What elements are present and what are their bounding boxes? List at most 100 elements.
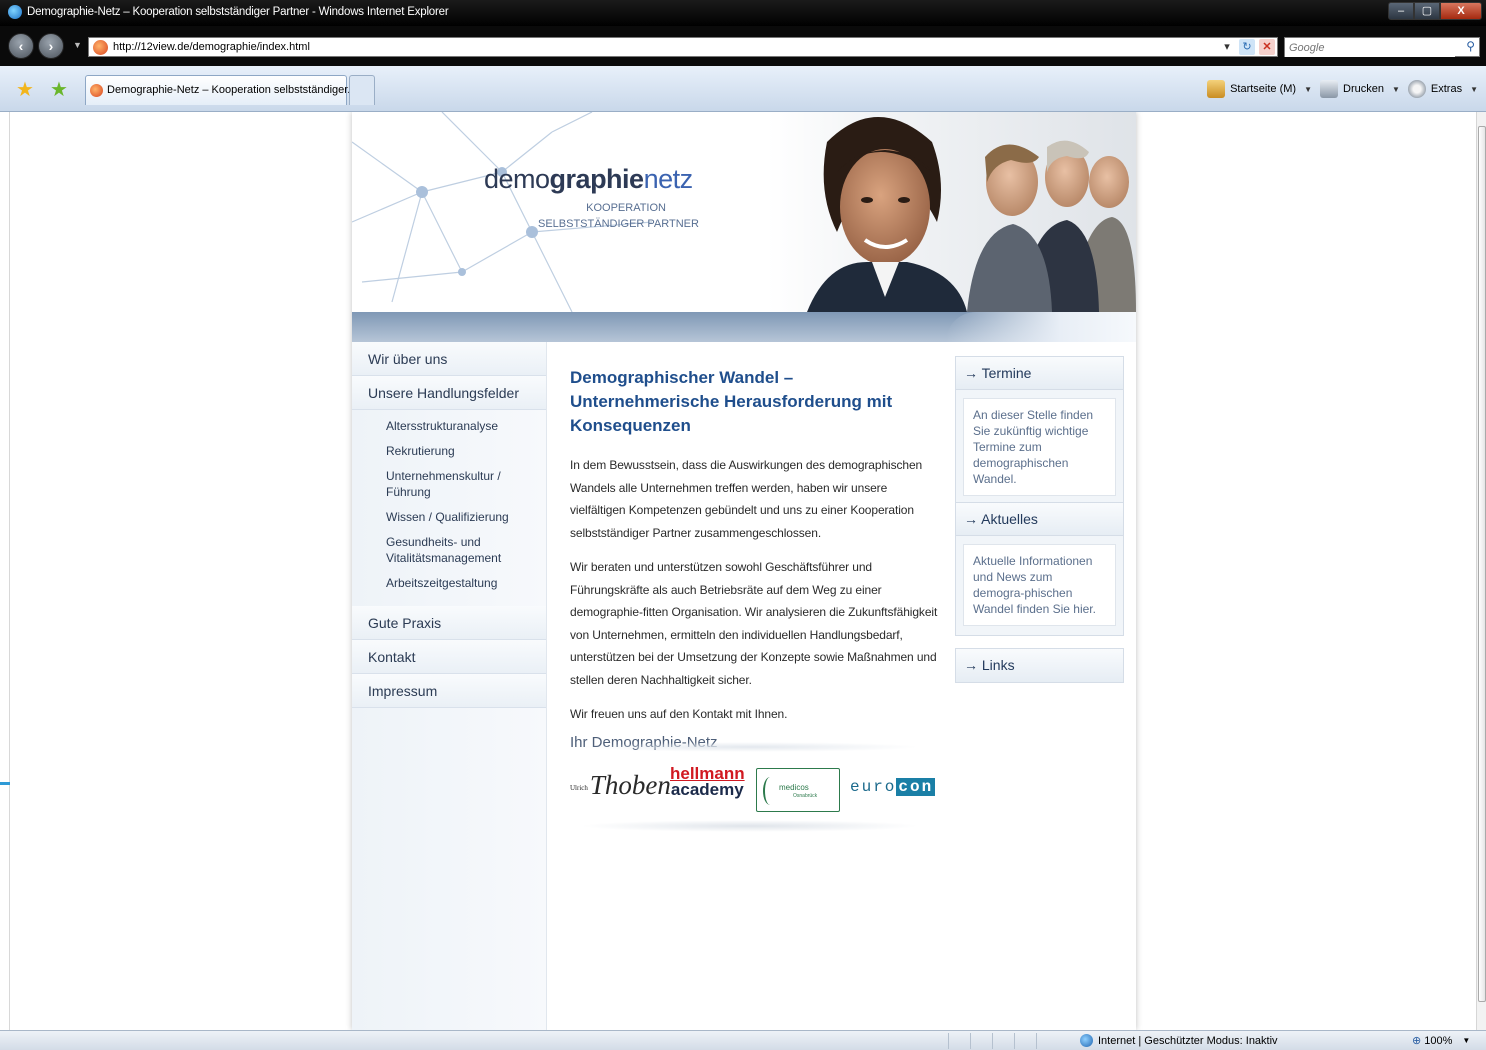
- logo-con-text: con: [896, 778, 936, 796]
- contact-paragraph: Wir freuen uns auf den Kontakt mit Ihnen…: [570, 707, 788, 721]
- nav-gesundheitsmanagement[interactable]: Gesundheits- und Vitalitätsmanagement: [386, 534, 516, 566]
- logo-part-graphie: graphie: [549, 164, 645, 194]
- status-bar: Internet | Geschützter Modus: Inaktiv ⊕ …: [0, 1030, 1486, 1050]
- logos-shade-top: [580, 742, 920, 752]
- tab-favicon-icon: [90, 84, 103, 97]
- maximize-button[interactable]: ▢: [1414, 2, 1440, 20]
- minimize-button[interactable]: –: [1388, 2, 1414, 20]
- nav-altersstrukturanalyse[interactable]: Altersstrukturanalyse: [386, 418, 546, 434]
- nav-arbeitszeitgestaltung[interactable]: Arbeitszeitgestaltung: [386, 575, 546, 591]
- header-band-wave: [946, 312, 1136, 342]
- home-dropdown-icon[interactable]: ▼: [1304, 85, 1312, 94]
- header-band: [352, 312, 1136, 342]
- ie-logo-icon: [8, 5, 22, 19]
- tab-demographie[interactable]: Demographie-Netz – Kooperation selbststä…: [85, 75, 356, 105]
- home-button[interactable]: Startseite (M) ▼: [1207, 80, 1312, 98]
- services-paragraph: Wir beraten und unterstützen sowohl Gesc…: [570, 560, 938, 687]
- forward-button[interactable]: ›: [38, 33, 64, 59]
- window-titlebar: Demographie-Netz – Kooperation selbststä…: [0, 0, 1486, 26]
- partner-logos: UlrichThoben hellmann academy medicos Os…: [570, 742, 940, 832]
- aktuelles-text: Aktuelle Informationen und News zum demo…: [963, 544, 1116, 626]
- print-label: Drucken: [1343, 83, 1384, 95]
- history-dropdown-icon[interactable]: ▼: [73, 40, 82, 50]
- left-edge-marker: [0, 782, 10, 785]
- logos-shade-bottom: [580, 820, 920, 832]
- nav-kontakt[interactable]: Kontakt: [352, 640, 546, 674]
- aktuelles-header[interactable]: → Aktuelles: [956, 503, 1123, 536]
- logo-part-demo: demo: [484, 164, 550, 194]
- nav-wir-ueber-uns[interactable]: Wir über uns: [352, 342, 546, 376]
- zone-text: Internet | Geschützter Modus: Inaktiv: [1098, 1034, 1278, 1047]
- logo-euro-text: euro: [850, 778, 897, 796]
- nav-rekrutierung[interactable]: Rekrutierung: [386, 443, 546, 459]
- refresh-icon[interactable]: ↻: [1239, 39, 1255, 55]
- logo-thoben-small: Ulrich: [570, 783, 588, 792]
- add-favorite-icon[interactable]: ★: [50, 80, 68, 100]
- search-box[interactable]: ⚲: [1284, 37, 1480, 57]
- intro-paragraph: In dem Bewusstsein, dass die Auswirkunge…: [570, 458, 923, 540]
- logo-eurocon[interactable]: euro con: [850, 778, 936, 796]
- close-button[interactable]: X: [1440, 2, 1482, 20]
- new-tab-button[interactable]: [349, 75, 375, 105]
- zoom-control[interactable]: ⊕ 100% ▼: [1412, 1034, 1470, 1048]
- nav-impressum[interactable]: Impressum: [352, 674, 546, 708]
- logo-academy-text: academy: [670, 780, 744, 799]
- left-navigation: Wir über uns Unsere Handlungsfelder Alte…: [352, 342, 547, 1030]
- tagline-line2: SELBSTSTÄNDIGER PARTNER: [538, 218, 699, 230]
- subnav-handlungsfelder: Altersstrukturanalyse Rekrutierung Unter…: [352, 410, 546, 606]
- nav-gute-praxis[interactable]: Gute Praxis: [352, 606, 546, 640]
- logo-medicos-text: medicos: [779, 783, 809, 792]
- window-controls: – ▢ X: [1388, 2, 1482, 20]
- tools-dropdown-icon[interactable]: ▼: [1470, 85, 1478, 94]
- search-input[interactable]: [1285, 39, 1455, 57]
- scrollbar-thumb[interactable]: [1478, 126, 1486, 1002]
- back-button[interactable]: ‹: [8, 33, 34, 59]
- page-viewport: demographienetz KOOPERATION SELBSTSTÄNDI…: [0, 112, 1486, 1030]
- web-page: demographienetz KOOPERATION SELBSTSTÄNDI…: [352, 112, 1136, 1030]
- viewport-left-edge: [0, 112, 10, 1030]
- logo-thoben[interactable]: UlrichThoben: [570, 770, 671, 801]
- search-icon[interactable]: ⚲: [1466, 39, 1475, 53]
- globe-icon: [1080, 1034, 1093, 1047]
- gear-icon: [1407, 80, 1426, 98]
- home-label: Startseite (M): [1230, 83, 1297, 95]
- logo-medicos-sub: Osnabrück: [793, 793, 818, 799]
- tab-label: Demographie-Netz – Kooperation selbststä…: [107, 84, 357, 96]
- header-people-photo: [767, 112, 1136, 312]
- print-dropdown-icon[interactable]: ▼: [1392, 85, 1400, 94]
- links-header[interactable]: → Links: [956, 649, 1123, 682]
- site-header: demographienetz KOOPERATION SELBSTSTÄNDI…: [352, 112, 1136, 342]
- vertical-scrollbar[interactable]: [1476, 112, 1486, 1030]
- url-text[interactable]: http://12view.de/demographie/index.html: [113, 41, 310, 53]
- zoom-dropdown-icon[interactable]: ▼: [1462, 1036, 1470, 1045]
- favorites-star-icon[interactable]: ★: [16, 80, 34, 100]
- stop-icon[interactable]: ✕: [1259, 39, 1275, 55]
- links-box: → Links: [955, 648, 1124, 683]
- nav-wissen-qualifizierung[interactable]: Wissen / Qualifizierung: [386, 509, 546, 525]
- tools-button[interactable]: Extras ▼: [1407, 80, 1478, 98]
- logo-medicos[interactable]: medicos Osnabrück: [756, 768, 840, 812]
- termine-header[interactable]: → Termine: [956, 357, 1123, 390]
- status-separators: [948, 1033, 1058, 1049]
- site-favicon-icon: [93, 40, 108, 55]
- address-field[interactable]: http://12view.de/demographie/index.html …: [88, 37, 1278, 57]
- nav-unternehmenskultur[interactable]: Unternehmenskultur / Führung: [386, 468, 516, 500]
- page-headline: Demographischer Wandel – Unternehmerisch…: [570, 368, 893, 435]
- security-zone[interactable]: Internet | Geschützter Modus: Inaktiv: [1080, 1034, 1278, 1047]
- print-button[interactable]: Drucken ▼: [1320, 80, 1400, 98]
- logo-hellmann[interactable]: hellmann academy: [670, 765, 745, 799]
- nav-handlungsfelder[interactable]: Unsere Handlungsfelder: [352, 376, 546, 410]
- tab-toolbar: ★ ★ Demographie-Netz – Kooperation selbs…: [0, 66, 1486, 112]
- tools-label: Extras: [1430, 83, 1463, 95]
- logo-part-netz: netz: [643, 164, 694, 194]
- printer-icon: [1320, 80, 1338, 98]
- logo-thoben-text: Thoben: [589, 770, 671, 800]
- address-dropdown-icon[interactable]: ▾: [1219, 39, 1235, 55]
- termine-text: An dieser Stelle finden Sie zukünftig wi…: [963, 398, 1116, 496]
- site-logo[interactable]: demographienetz: [484, 164, 693, 195]
- tagline-line1: KOOPERATION: [586, 202, 666, 214]
- logo-medicos-figure-icon: [763, 777, 777, 805]
- window-title: Demographie-Netz – Kooperation selbststä…: [27, 6, 449, 18]
- zoom-icon: ⊕: [1412, 1035, 1422, 1047]
- aktuelles-box: → Aktuelles Aktuelle Informationen und N…: [955, 502, 1124, 636]
